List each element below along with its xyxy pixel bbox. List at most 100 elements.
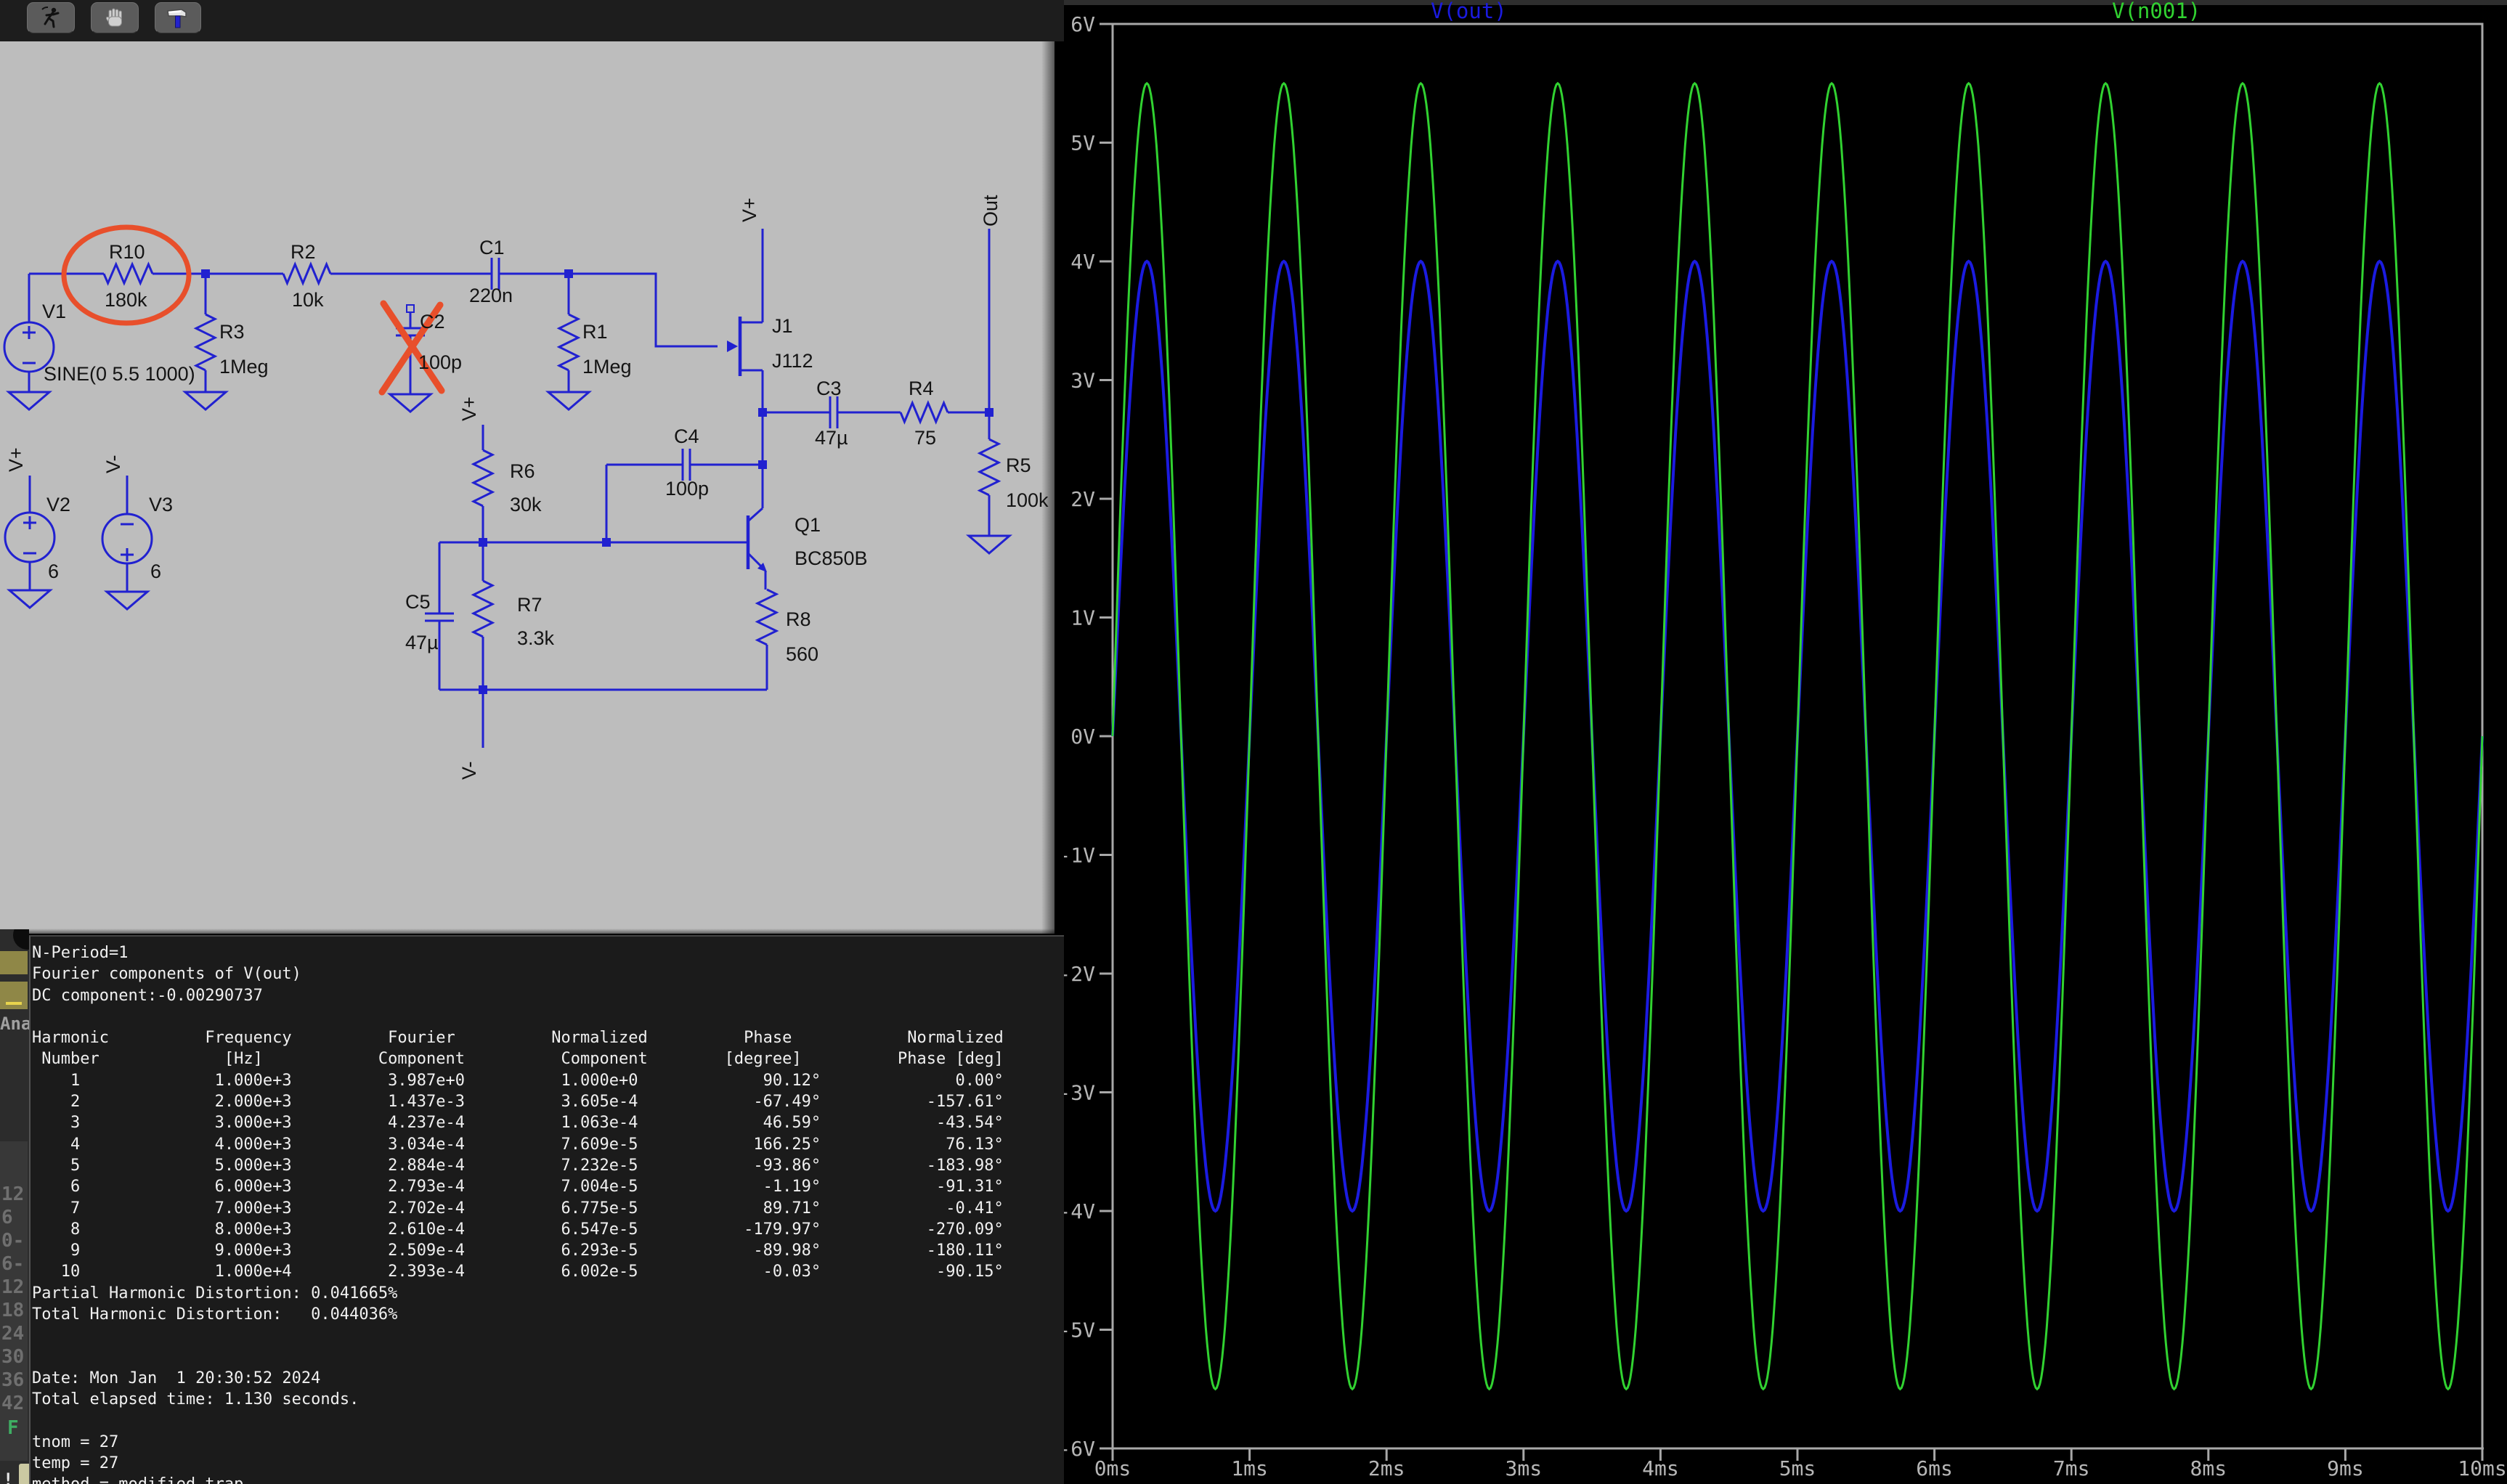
component-label: C4 bbox=[674, 425, 699, 447]
ground-symbol bbox=[390, 394, 431, 412]
resistor-r4[interactable] bbox=[901, 403, 948, 422]
x-axis-label: 1ms bbox=[1231, 1456, 1268, 1480]
x-axis-label: 4ms bbox=[1642, 1456, 1679, 1480]
x-axis-label: 2ms bbox=[1368, 1456, 1405, 1480]
component-label: 10k bbox=[292, 289, 324, 311]
component-label: C3 bbox=[816, 378, 842, 399]
x-axis-label: 9ms bbox=[2327, 1456, 2364, 1480]
window-shadow-right bbox=[1041, 41, 1055, 934]
ground-symbol bbox=[9, 392, 49, 409]
voltage-sources[interactable] bbox=[4, 322, 152, 563]
spice-log-text: N-Period=1 Fourier components of V(out) … bbox=[31, 937, 1064, 1484]
window-top-edge bbox=[1064, 0, 2507, 5]
legend-Vout[interactable]: V(out) bbox=[1431, 0, 1507, 23]
resistor-r8[interactable] bbox=[757, 590, 776, 645]
voltage-source-v2[interactable] bbox=[5, 513, 54, 562]
resistor-r6[interactable] bbox=[474, 450, 492, 506]
y-axis-label: 0V bbox=[1070, 725, 1095, 749]
x-axis-label: 8ms bbox=[2190, 1456, 2227, 1480]
component-label: R8 bbox=[786, 608, 811, 630]
olive-bar bbox=[0, 982, 28, 1009]
background-text-fragment: 36 bbox=[1, 1369, 24, 1391]
y-axis-label: -3V bbox=[1064, 1081, 1095, 1105]
component-label: V3 bbox=[149, 494, 173, 515]
y-axis-label: 4V bbox=[1070, 250, 1095, 274]
component-label: BC850B bbox=[795, 547, 868, 569]
y-axis-label: 5V bbox=[1070, 131, 1095, 155]
component-label: V- bbox=[458, 761, 480, 780]
y-axis-label: -2V bbox=[1064, 962, 1095, 986]
resistor-r3[interactable] bbox=[196, 314, 215, 370]
component-label: V+ bbox=[739, 197, 760, 222]
resistor-r5[interactable] bbox=[980, 439, 999, 495]
x-axis-label: 5ms bbox=[1779, 1456, 1816, 1480]
component-label: V- bbox=[102, 454, 124, 473]
component-label: 3.3k bbox=[517, 627, 555, 649]
component-label: 6 bbox=[150, 560, 161, 582]
y-axis-label: 2V bbox=[1070, 487, 1095, 511]
junction-dot bbox=[758, 408, 767, 417]
component-label: Q1 bbox=[795, 514, 821, 536]
y-axis-label: -5V bbox=[1064, 1318, 1095, 1342]
background-text-fragment: 18 bbox=[1, 1300, 24, 1321]
window-shadow-bottom bbox=[0, 929, 1055, 934]
component-label: R6 bbox=[510, 460, 535, 482]
schematic-window[interactable]: V1SINE(0 5.5 1000)R10180kR210kR31MegC122… bbox=[0, 41, 1055, 934]
component-label: R5 bbox=[1006, 454, 1031, 476]
x-axis-label: 3ms bbox=[1506, 1456, 1543, 1480]
background-text-fragment: 6- bbox=[1, 1253, 24, 1275]
capacitors[interactable] bbox=[396, 258, 837, 621]
resistor-r7[interactable] bbox=[474, 581, 492, 637]
background-text-fragment: 6 bbox=[1, 1207, 13, 1228]
background-text-fragment: F bbox=[7, 1417, 19, 1439]
background-text-fragment: 0- bbox=[1, 1230, 24, 1252]
jfet-j1[interactable] bbox=[727, 317, 740, 376]
capacitor-c4 bbox=[683, 449, 690, 481]
component-label: 220n bbox=[469, 285, 513, 306]
background-text-fragment: 24 bbox=[1, 1323, 24, 1345]
voltage-source-v3[interactable] bbox=[102, 514, 152, 563]
component-label: C1 bbox=[479, 237, 505, 258]
component-label: J112 bbox=[772, 350, 813, 372]
resistor-r1[interactable] bbox=[559, 314, 578, 370]
resistor-r2[interactable] bbox=[283, 264, 330, 283]
schematic-canvas[interactable]: V1SINE(0 5.5 1000)R10180kR210kR31MegC122… bbox=[0, 41, 1055, 934]
toolbar bbox=[0, 0, 1064, 41]
component-label: 100p bbox=[665, 478, 709, 500]
hammer-icon bbox=[164, 4, 192, 32]
x-axis-label: 7ms bbox=[2053, 1456, 2090, 1480]
c2-terminal bbox=[407, 305, 414, 312]
waveform-plot[interactable]: 6V5V4V3V2V1V0V-1V-2V-3V-4V-5V-6V0ms1ms2m… bbox=[1064, 0, 2507, 1484]
component-label: SINE(0 5.5 1000) bbox=[44, 363, 195, 385]
waveform-window[interactable]: 6V5V4V3V2V1V0V-1V-2V-3V-4V-5V-6V0ms1ms2m… bbox=[1064, 0, 2507, 1484]
background-text-fragment: 42 bbox=[1, 1393, 24, 1414]
pan-button[interactable] bbox=[91, 2, 139, 33]
component-label: J1 bbox=[772, 315, 793, 337]
component-label: Out bbox=[980, 195, 1001, 227]
component-label: V1 bbox=[42, 301, 66, 322]
background-tab bbox=[19, 1464, 29, 1484]
ground-symbol bbox=[548, 392, 589, 409]
component-label: R7 bbox=[517, 594, 543, 616]
y-axis-label: 6V bbox=[1070, 12, 1095, 36]
spice-log-window[interactable]: N-Period=1 Fourier components of V(out) … bbox=[29, 935, 1064, 1484]
background-text-fragment: 12 bbox=[1, 1276, 24, 1298]
component-label: R10 bbox=[109, 241, 145, 263]
x-axis-label: 0ms bbox=[1094, 1456, 1131, 1480]
background-text-fragment: Ana bbox=[0, 1014, 29, 1034]
component-label: R1 bbox=[582, 321, 608, 343]
ground-symbol bbox=[9, 590, 50, 608]
junction-dot bbox=[479, 538, 487, 547]
tools-button[interactable] bbox=[155, 2, 201, 33]
resistor-r10[interactable] bbox=[104, 264, 153, 283]
component-label: V+ bbox=[458, 396, 480, 421]
legend-Vn001[interactable]: V(n001) bbox=[2112, 0, 2201, 23]
capacitor-c3 bbox=[830, 396, 837, 428]
ground-symbol bbox=[969, 536, 1009, 553]
component-label: R4 bbox=[909, 378, 934, 399]
run-button[interactable] bbox=[27, 2, 75, 33]
x-axis-label: 10ms bbox=[2458, 1456, 2506, 1480]
background-text-fragment: ! bbox=[3, 1469, 13, 1484]
ground-symbol bbox=[185, 392, 226, 409]
component-label: C2 bbox=[420, 311, 445, 333]
